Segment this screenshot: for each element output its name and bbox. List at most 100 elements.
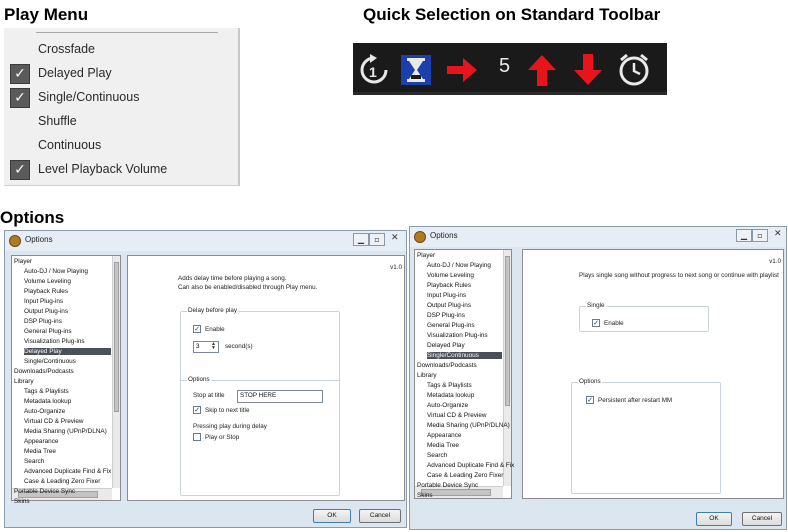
tree-item-skins[interactable]: Skins (417, 492, 433, 499)
tree-item-output-plug-ins[interactable]: Output Plug-ins (24, 308, 68, 315)
tree-item-volume-leveling[interactable]: Volume Leveling (24, 278, 71, 285)
tree-item-downloads-podcasts[interactable]: Downloads/Podcasts (14, 368, 74, 375)
tree-item-case-leading-zero-fixer[interactable]: Case & Leading Zero Fixer (427, 472, 503, 479)
menu-item-delayed-play[interactable]: ✓ Delayed Play (4, 62, 234, 86)
tree-item-single-continuous[interactable]: Single/Continuous (24, 358, 76, 365)
tree-item-visualization-plug-ins[interactable]: Visualization Plug-ins (427, 332, 488, 339)
play-or-stop-checkbox[interactable] (193, 433, 201, 441)
tree-item-player[interactable]: Player (417, 252, 435, 259)
up-arrow-icon[interactable] (525, 53, 559, 87)
dialog-title: Options (430, 231, 458, 240)
menu-item-label: Delayed Play (38, 66, 112, 80)
menu-item-label: Single/Continuous (38, 90, 140, 104)
app-icon (414, 231, 426, 243)
spinner-arrows-icon[interactable]: ▲ ▼ (211, 342, 216, 351)
options-panel: v1.0 Adds delay time before playing a so… (127, 255, 405, 501)
enable-checkbox[interactable]: ✓ (193, 325, 201, 333)
tree-item-general-plug-ins[interactable]: General Plug-ins (427, 322, 475, 329)
tree-item-search[interactable]: Search (427, 452, 447, 459)
tree-item-visualization-plug-ins[interactable]: Visualization Plug-ins (24, 338, 85, 345)
cancel-button[interactable]: Cancel (359, 509, 401, 523)
tree-item-dsp-plug-ins[interactable]: DSP Plug-ins (427, 312, 465, 319)
tree-item-media-tree[interactable]: Media Tree (427, 442, 459, 449)
tree-item-auto-organize[interactable]: Auto-Organize (427, 402, 468, 409)
play-menu-heading: Play Menu (4, 5, 89, 24)
enable-label: Enable (205, 326, 225, 333)
minimize-button[interactable]: ▁ (736, 229, 752, 242)
tree-item-media-sharing-upnp-dlna-[interactable]: Media Sharing (UPnP/DLNA) (24, 428, 107, 435)
options-panel: v1.0 Plays single song without progress … (522, 249, 784, 499)
tree-item-single-continuous[interactable]: Single/Continuous (427, 352, 502, 359)
tree-item-search[interactable]: Search (24, 458, 44, 465)
tree-item-delayed-play[interactable]: Delayed Play (427, 342, 465, 349)
ok-button[interactable]: OK (696, 512, 732, 526)
menu-separator (36, 32, 218, 33)
tree-item-dsp-plug-ins[interactable]: DSP Plug-ins (24, 318, 62, 325)
tree-item-case-leading-zero-fixer[interactable]: Case & Leading Zero Fixer (24, 478, 100, 485)
options-tree[interactable]: Player Auto-DJ / Now Playing Volume Leveli… (414, 249, 514, 499)
close-button[interactable]: ✕ (391, 233, 399, 243)
persistent-checkbox[interactable]: ✓ (586, 396, 594, 404)
down-arrow-icon[interactable] (571, 53, 605, 87)
tree-item-general-plug-ins[interactable]: General Plug-ins (24, 328, 72, 335)
maximize-button[interactable]: ▫ (752, 229, 768, 242)
tree-item-portable-device-sync[interactable]: Portable Device Sync (14, 488, 75, 495)
skip-to-next-checkbox[interactable]: ✓ (193, 406, 201, 414)
tree-item-library[interactable]: Library (417, 372, 437, 379)
menu-item-shuffle[interactable]: Shuffle (4, 110, 234, 134)
tree-item-output-plug-ins[interactable]: Output Plug-ins (427, 302, 471, 309)
check-icon: ✓ (10, 160, 30, 180)
maximize-button[interactable]: ▫ (369, 233, 385, 246)
cancel-button[interactable]: Cancel (742, 512, 782, 526)
right-arrow-icon[interactable] (445, 53, 479, 87)
tree-item-advanced-duplicate-find-fix[interactable]: Advanced Duplicate Find & Fix (24, 468, 111, 475)
stop-at-title-input[interactable]: STOP HERE (237, 390, 323, 403)
tree-item-auto-dj-now-playing[interactable]: Auto-DJ / Now Playing (427, 262, 491, 269)
tree-item-virtual-cd-preview[interactable]: Virtual CD & Preview (24, 418, 84, 425)
ok-button[interactable]: OK (313, 509, 351, 523)
tree-item-player[interactable]: Player (14, 258, 32, 265)
tree-item-playback-rules[interactable]: Playback Rules (24, 288, 68, 295)
repeat-one-icon[interactable]: 1 (357, 53, 391, 87)
menu-item-single-continuous[interactable]: ✓ Single/Continuous (4, 86, 234, 110)
tree-item-skins[interactable]: Skins (14, 498, 30, 505)
menu-item-crossfade[interactable]: Crossfade (4, 38, 234, 62)
tree-item-auto-dj-now-playing[interactable]: Auto-DJ / Now Playing (24, 268, 88, 275)
svg-text:1: 1 (369, 64, 377, 80)
menu-item-continuous[interactable]: Continuous (4, 134, 234, 158)
minimize-button[interactable]: ▁ (353, 233, 369, 246)
tree-vertical-scrollbar[interactable] (503, 250, 511, 486)
tree-item-metadata-lookup[interactable]: Metadata lookup (24, 398, 71, 405)
menu-item-level-playback-volume[interactable]: ✓ Level Playback Volume (4, 158, 234, 182)
tree-item-media-tree[interactable]: Media Tree (24, 448, 56, 455)
tree-item-library[interactable]: Library (14, 378, 34, 385)
single-enable-checkbox[interactable]: ✓ (592, 319, 600, 327)
tree-vertical-scrollbar[interactable] (112, 256, 120, 488)
close-button[interactable]: ✕ (774, 229, 782, 239)
tree-item-appearance[interactable]: Appearance (427, 432, 461, 439)
standard-toolbar: 1 5 (353, 43, 667, 95)
tree-item-tags-playlists[interactable]: Tags & Playlists (24, 388, 69, 395)
tree-item-metadata-lookup[interactable]: Metadata lookup (427, 392, 474, 399)
delay-before-play-group: Delay before play ✓ Enable 3 ▲ ▼ second(s… (180, 307, 340, 383)
tree-item-appearance[interactable]: Appearance (24, 438, 58, 445)
tree-item-advanced-duplicate-find-fix[interactable]: Advanced Duplicate Find & Fix (427, 462, 514, 469)
tree-item-tags-playlists[interactable]: Tags & Playlists (427, 382, 472, 389)
tree-item-input-plug-ins[interactable]: Input Plug-ins (427, 292, 466, 299)
clock-icon[interactable] (617, 53, 651, 87)
tree-item-media-sharing-upnp-dlna-[interactable]: Media Sharing (UPnP/DLNA) (427, 422, 510, 429)
tree-item-volume-leveling[interactable]: Volume Leveling (427, 272, 474, 279)
dialog-title: Options (25, 235, 53, 244)
tree-item-delayed-play[interactable]: Delayed Play (24, 348, 111, 355)
options-group: Options Stop at title STOP HERE ✓ Skip t… (180, 376, 340, 496)
tree-item-downloads-podcasts[interactable]: Downloads/Podcasts (417, 362, 477, 369)
options-tree[interactable]: Player Auto-DJ / Now Playing Volume Leveli… (11, 255, 121, 505)
tree-item-virtual-cd-preview[interactable]: Virtual CD & Preview (427, 412, 487, 419)
tree-item-playback-rules[interactable]: Playback Rules (427, 282, 471, 289)
hourglass-icon[interactable] (399, 53, 433, 87)
delay-seconds-spinner[interactable]: 3 ▲ ▼ (193, 341, 219, 353)
tree-item-auto-organize[interactable]: Auto-Organize (24, 408, 65, 415)
quick-selection-heading: Quick Selection on Standard Toolbar (363, 5, 661, 24)
tree-item-portable-device-sync[interactable]: Portable Device Sync (417, 482, 478, 489)
tree-item-input-plug-ins[interactable]: Input Plug-ins (24, 298, 63, 305)
